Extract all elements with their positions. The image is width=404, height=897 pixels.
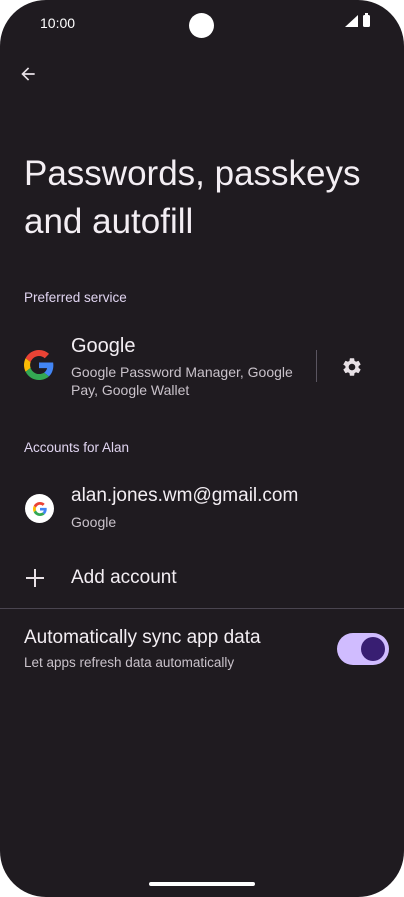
account-row[interactable]: alan.jones.wm@gmail.com Google bbox=[0, 480, 404, 540]
section-header-preferred-service: Preferred service bbox=[24, 290, 127, 305]
back-button[interactable] bbox=[14, 60, 42, 88]
status-icons bbox=[345, 13, 370, 27]
camera-cutout bbox=[189, 13, 214, 38]
plus-icon bbox=[26, 569, 44, 587]
sync-subtitle: Let apps refresh data automatically bbox=[24, 655, 235, 670]
add-account-button[interactable]: Add account bbox=[0, 556, 404, 602]
sync-toggle[interactable] bbox=[337, 633, 389, 665]
battery-icon bbox=[363, 13, 370, 27]
account-provider: Google bbox=[71, 514, 117, 530]
toggle-knob bbox=[361, 637, 385, 661]
sync-row[interactable]: Automatically sync app data Let apps ref… bbox=[0, 620, 404, 680]
horizontal-divider bbox=[0, 608, 404, 609]
section-header-accounts: Accounts for Alan bbox=[24, 440, 130, 455]
preferred-service-row[interactable]: Google Google Password Manager, Google P… bbox=[0, 330, 404, 406]
page-title: Passwords, passkeys and autofill bbox=[24, 154, 361, 241]
phone-screen: 10:00 Passwords, passkeys and autofill P… bbox=[0, 0, 404, 897]
gear-icon bbox=[343, 358, 361, 376]
service-name: Google bbox=[71, 335, 136, 357]
sync-title: Automatically sync app data bbox=[24, 627, 261, 648]
google-g-icon bbox=[32, 501, 47, 516]
service-settings-button[interactable] bbox=[339, 354, 365, 380]
vertical-divider bbox=[316, 350, 317, 382]
arrow-back-icon bbox=[21, 67, 35, 81]
status-time: 10:00 bbox=[40, 15, 76, 31]
add-account-label: Add account bbox=[71, 567, 177, 588]
account-avatar bbox=[25, 494, 54, 523]
google-g-icon bbox=[24, 350, 54, 380]
gesture-nav-handle[interactable] bbox=[149, 882, 255, 886]
account-email: alan.jones.wm@gmail.com bbox=[71, 485, 299, 506]
signal-icon bbox=[345, 15, 358, 27]
service-description: Google Password Manager, Google Pay, Goo… bbox=[71, 364, 293, 398]
